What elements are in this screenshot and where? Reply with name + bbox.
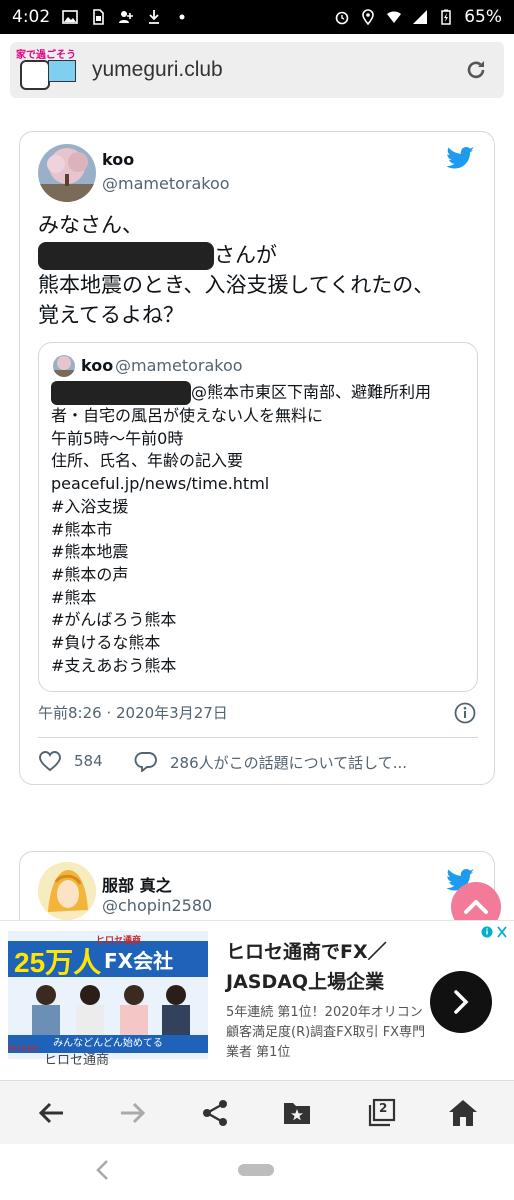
quoted-author-name: koo [81,356,114,375]
tweet-line-4: 覚えてるよね？ [38,303,184,327]
author-avatar[interactable] [38,144,96,202]
hashtag[interactable]: #熊本 [51,587,471,610]
system-back-icon[interactable] [94,1158,110,1182]
address-bar[interactable]: 家で過ごそう yumeguri.club [10,42,504,98]
hashtag[interactable]: #支えあおう熊本 [51,655,471,678]
info-icon[interactable] [454,702,476,724]
system-navigation-bar [0,1144,514,1200]
status-time: 4:02 [12,7,51,27]
sim-icon [93,9,104,25]
ad-choices-icon[interactable] [480,925,510,939]
tweet-line-2: さんが [38,240,478,270]
author-avatar-2[interactable] [38,862,96,920]
hashtag[interactable]: #負けるな熊本 [51,632,471,655]
tweet-line-3: 熊本地震のとき、入浴支援してくれたの、 [38,273,435,297]
browser-toolbar: 家で過ごそう yumeguri.club [0,34,514,104]
image-icon [62,10,78,24]
system-home-pill[interactable] [238,1164,274,1176]
signal-icon [413,10,428,24]
tweet-text: みなさん、 さんが 熊本地震のとき、入浴支援してくれたの、 覚えてるよね？ [38,210,478,330]
battery-level: 65% [464,7,502,27]
quoted-author-handle: @mametorakoo [115,356,243,375]
twitter-bird-icon[interactable] [444,146,476,172]
bookmarks-icon[interactable] [281,1097,313,1129]
tweet-line-1: みなさん、 [38,213,143,237]
share-icon[interactable] [199,1097,231,1129]
dot-icon [179,14,185,20]
hashtag[interactable]: #がんばろう熊本 [51,609,471,632]
chevron-right-icon [454,990,469,1014]
ad-image-number: 25万人 [14,947,102,978]
author-name-2[interactable]: 服部 真之 [102,872,172,896]
author-handle-2[interactable]: @chopin2580 [102,896,212,915]
author-handle[interactable]: @mametorakoo [102,174,230,193]
forward-arrow-icon[interactable] [117,1097,149,1129]
tweet-line-2-text: さんが [214,243,277,267]
site-logo: 家で過ごそう [14,44,80,96]
home-icon[interactable] [447,1097,479,1129]
ad-headline[interactable]: ヒロセ通商でFX／JASDAQ上場企業 [226,937,456,997]
hashtag[interactable]: #熊本地震 [51,541,471,564]
ad-description: 5年連続 第1位！2020年オリコン顧客満足度(R)調査FX取引 FX専門業者 … [226,1005,426,1060]
download-icon [149,10,160,24]
ad-open-button[interactable] [430,971,492,1033]
ad-image[interactable]: ヒロセ通商 25万人 FX会社 みんなどんどん始めてる [8,931,208,1059]
quoted-line: 午前5時〜午前0時 [51,428,184,448]
divider [38,737,478,738]
quoted-tweet-text: @熊本市東区下南部、避難所利用 者・自宅の風呂が使えない人を無料に 午前5時〜午… [51,381,471,677]
quoted-line-1-text: @熊本市東区下南部、避難所利用 [191,382,432,402]
chevron-up-icon [464,900,488,914]
hashtag[interactable]: #熊本市 [51,519,471,542]
hashtag[interactable]: #入浴支援 [51,496,471,519]
quoted-tweet[interactable]: koo @mametorakoo @熊本市東区下南部、避難所利用 者・自宅の風呂… [38,342,478,692]
redacted-block [51,381,191,405]
quoted-link[interactable]: peaceful.jp/news/time.html [51,473,471,496]
like-count[interactable]: 584 [74,752,103,770]
site-logo-text: 家で過ごそう [16,50,76,61]
quoted-line: 住所、氏名、年齢の記入要 [51,451,244,471]
status-bar: 4:02 65% [0,0,514,34]
tabs-button[interactable]: 2 [366,1097,398,1129]
ad-image-fx: FX会社 [104,949,174,973]
hashtag[interactable]: #熊本の声 [51,564,471,587]
heart-icon[interactable] [38,750,62,772]
tweet-card-2[interactable]: 服部 真之 @chopin2580 [19,851,495,931]
location-icon [362,9,375,25]
back-arrow-icon[interactable] [35,1097,67,1129]
alarm-icon [335,11,349,25]
author-name[interactable]: koo [102,150,134,169]
ad-brand[interactable]: ヒロセ通商 [44,1049,109,1068]
redacted-block [38,242,214,270]
battery-icon [441,9,451,25]
advertisement[interactable]: ヒロセ通商 25万人 FX会社 みんなどんどん始めてる hirose ヒロセ通商… [0,920,514,1080]
reply-summary[interactable]: 286人がこの話題について話して... [170,752,407,773]
quoted-line-1: @熊本市東区下南部、避難所利用 [51,381,471,405]
reply-icon[interactable] [134,750,158,772]
reload-icon[interactable] [464,58,488,82]
wifi-icon [387,11,402,23]
ad-brand-logo: hirose [8,1043,39,1054]
tweet-card[interactable]: koo @mametorakoo みなさん、 さんが 熊本地震のとき、入浴支援し… [19,131,495,785]
tab-count: 2 [379,1101,388,1115]
add-person-icon [119,11,134,23]
url-text[interactable]: yumeguri.club [92,58,223,82]
quoted-author-avatar [53,355,75,377]
quoted-line: 者・自宅の風呂が使えない人を無料に [51,406,324,425]
tweet-timestamp[interactable]: 午前8:26 · 2020年3月27日 [38,702,228,723]
browser-bottom-nav: 2 [0,1080,514,1144]
